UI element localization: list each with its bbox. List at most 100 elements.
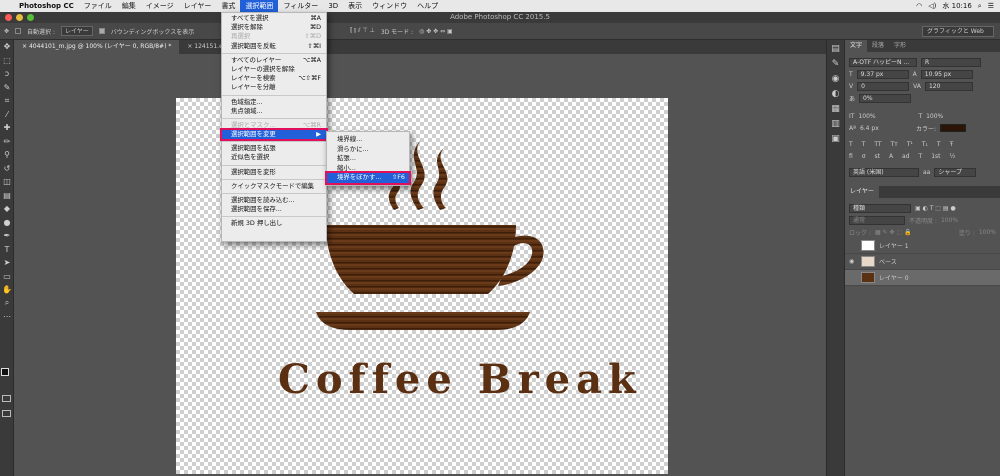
blur-tool-icon[interactable]: ◆: [0, 202, 14, 216]
menu-item-select-and-mask[interactable]: 選択とマスク... ⌥⌘R: [222, 121, 326, 130]
strikethrough-button[interactable]: Ŧ: [950, 141, 954, 148]
menu-item-load-selection[interactable]: 選択範囲を読み込む...: [222, 196, 326, 205]
menu-item-reselect[interactable]: 再選択 ⇧⌘D: [222, 32, 326, 41]
layer-row[interactable]: レイヤー 1: [845, 238, 1000, 254]
menu-file[interactable]: ファイル: [79, 1, 117, 11]
close-window-button[interactable]: [5, 14, 12, 21]
menu-view[interactable]: 表示: [343, 1, 367, 11]
canvas-area[interactable]: Coffee Break: [14, 54, 826, 476]
align-icons[interactable]: ⫿ ⫾ ⫽ ⊤ ⊥: [350, 27, 375, 35]
dodge-tool-icon[interactable]: ●: [0, 216, 14, 230]
tab-glyphs[interactable]: 字形: [889, 40, 911, 52]
lasso-tool-icon[interactable]: ↄ: [0, 67, 14, 81]
adjustments-panel-icon[interactable]: ◐: [827, 89, 844, 104]
fill-value[interactable]: 100%: [979, 229, 996, 236]
app-name[interactable]: Photoshop CC: [14, 2, 79, 10]
pen-tool-icon[interactable]: ✒: [0, 229, 14, 243]
brush-panel-icon[interactable]: ✎: [827, 59, 844, 74]
baseline-value[interactable]: 6.4 px: [860, 125, 912, 132]
half-button[interactable]: ½: [950, 153, 956, 160]
submenu-item-feather[interactable]: 境界をぼかす... ⇧F6: [325, 171, 411, 185]
small-caps-button[interactable]: Tт: [891, 141, 898, 148]
fractions-button[interactable]: 1st: [931, 153, 940, 160]
eye-icon[interactable]: ◉: [849, 258, 857, 265]
path-select-tool-icon[interactable]: ➤: [0, 256, 14, 270]
font-family-dropdown[interactable]: A-OTF ハッピーN ...: [849, 57, 917, 67]
search-icon[interactable]: ⌕: [978, 2, 982, 11]
history-brush-icon[interactable]: ↺: [0, 162, 14, 176]
menu-item-deselect[interactable]: 選択を解除 ⌘D: [222, 23, 326, 32]
menu-item-save-selection[interactable]: 選択範囲を保存...: [222, 205, 326, 214]
crop-tool-icon[interactable]: ⌗: [0, 94, 14, 108]
font-size-field[interactable]: 9.37 px: [856, 69, 909, 79]
show-transform-checkbox[interactable]: [98, 28, 105, 34]
eyedropper-tool-icon[interactable]: ⁄: [0, 108, 14, 122]
menu-3d[interactable]: 3D: [323, 2, 343, 10]
opacity-value[interactable]: 100%: [941, 217, 958, 224]
language-dropdown[interactable]: 英語 (米国): [849, 167, 919, 177]
submenu-item-border[interactable]: 境界線...: [327, 135, 409, 145]
menu-help[interactable]: ヘルプ: [412, 1, 443, 11]
menu-item-modify[interactable]: 選択範囲を変更 ▶: [220, 128, 328, 142]
swatches-panel-icon[interactable]: ▦: [827, 104, 844, 119]
stylistic-button[interactable]: st: [874, 153, 879, 160]
more-tools-icon[interactable]: ⋯: [0, 310, 14, 324]
menu-item-deselect-layers[interactable]: レイヤーの選択を解除: [222, 65, 326, 74]
filter-icons[interactable]: ▣ ◐ T ⬚ ▤ ●: [915, 205, 956, 212]
styles-panel-icon[interactable]: ▥: [827, 119, 844, 134]
hand-tool-icon[interactable]: ✋: [0, 283, 14, 297]
all-caps-button[interactable]: TT: [874, 141, 881, 148]
mode3d-icons[interactable]: ◎ ✤ ✥ ⇔ ▣: [419, 28, 453, 35]
menu-item-select-all[interactable]: すべてを選択 ⌘A: [222, 14, 326, 23]
horizontal-scale-value[interactable]: 100%: [926, 113, 943, 120]
screen-mode-icon[interactable]: [2, 410, 11, 417]
foreground-color[interactable]: [1, 368, 9, 376]
swash-button[interactable]: A: [889, 153, 893, 160]
ordinals-button[interactable]: ad: [902, 153, 910, 160]
layer-row[interactable]: レイヤー 0: [845, 270, 1000, 286]
faux-italic-button[interactable]: T: [862, 141, 866, 148]
marquee-tool-icon[interactable]: ⬚: [0, 54, 14, 68]
move-tool-icon[interactable]: ✥: [0, 40, 14, 54]
menu-image[interactable]: イメージ: [141, 1, 179, 11]
tab-character[interactable]: 文字: [845, 40, 868, 52]
menu-item-inverse[interactable]: 選択範囲を反転 ⇧⌘I: [222, 42, 326, 51]
superscript-button[interactable]: T¹: [907, 141, 913, 148]
blend-mode-dropdown[interactable]: 通常: [849, 215, 905, 225]
oldstyle-button[interactable]: ơ: [862, 153, 866, 160]
submenu-item-smooth[interactable]: 滑らかに...: [327, 145, 409, 155]
leading-field[interactable]: 10.95 px: [920, 69, 973, 79]
gradient-tool-icon[interactable]: ▤: [0, 189, 14, 203]
titling-button[interactable]: T: [919, 153, 923, 160]
healing-tool-icon[interactable]: ✚: [0, 121, 14, 135]
menu-item-transform-selection[interactable]: 選択範囲を変形: [222, 168, 326, 177]
text-color-swatch[interactable]: [939, 124, 966, 132]
menu-item-find-layers[interactable]: レイヤーを検索 ⌥⇧⌘F: [222, 74, 326, 83]
tracking-field[interactable]: 120: [924, 81, 973, 91]
menu-window[interactable]: ウィンドウ: [367, 1, 412, 11]
volume-icon[interactable]: ◁): [928, 2, 936, 10]
layer-filter-dropdown[interactable]: 種類: [849, 203, 911, 213]
menu-item-color-range[interactable]: 色域指定...: [222, 98, 326, 107]
submenu-item-contract[interactable]: 縮小...: [327, 164, 409, 174]
auto-select-checkbox[interactable]: [15, 28, 22, 34]
menu-item-quick-mask[interactable]: クイックマスクモードで編集: [222, 182, 326, 191]
wifi-icon[interactable]: ◠: [916, 2, 922, 10]
kerning-field[interactable]: 0: [857, 81, 910, 91]
menu-item-similar[interactable]: 近似色を選択: [222, 153, 326, 162]
menu-list-icon[interactable]: ☰: [988, 2, 994, 10]
menu-item-all-layers[interactable]: すべてのレイヤー ⌥⌘A: [222, 56, 326, 65]
move-tool-icon[interactable]: ✥: [4, 28, 9, 35]
menu-select[interactable]: 選択範囲: [240, 0, 279, 12]
ligature-button[interactable]: ﬁ: [849, 153, 853, 160]
minimize-window-button[interactable]: [16, 14, 23, 21]
vertical-scale-value[interactable]: 100%: [858, 113, 914, 120]
quick-mask-icon[interactable]: [2, 395, 11, 402]
tab-document-1[interactable]: × 4044101_m.jpg @ 100% (レイヤー 0, RGB/8#) …: [14, 40, 180, 54]
tab-paragraph[interactable]: 段落: [867, 40, 889, 52]
eraser-tool-icon[interactable]: ◫: [0, 175, 14, 189]
menu-item-isolate-layers[interactable]: レイヤーを分離: [222, 83, 326, 92]
stamp-tool-icon[interactable]: ⚲: [0, 148, 14, 162]
menu-filter[interactable]: フィルター: [278, 1, 323, 11]
tsume-field[interactable]: 0%: [859, 93, 912, 103]
